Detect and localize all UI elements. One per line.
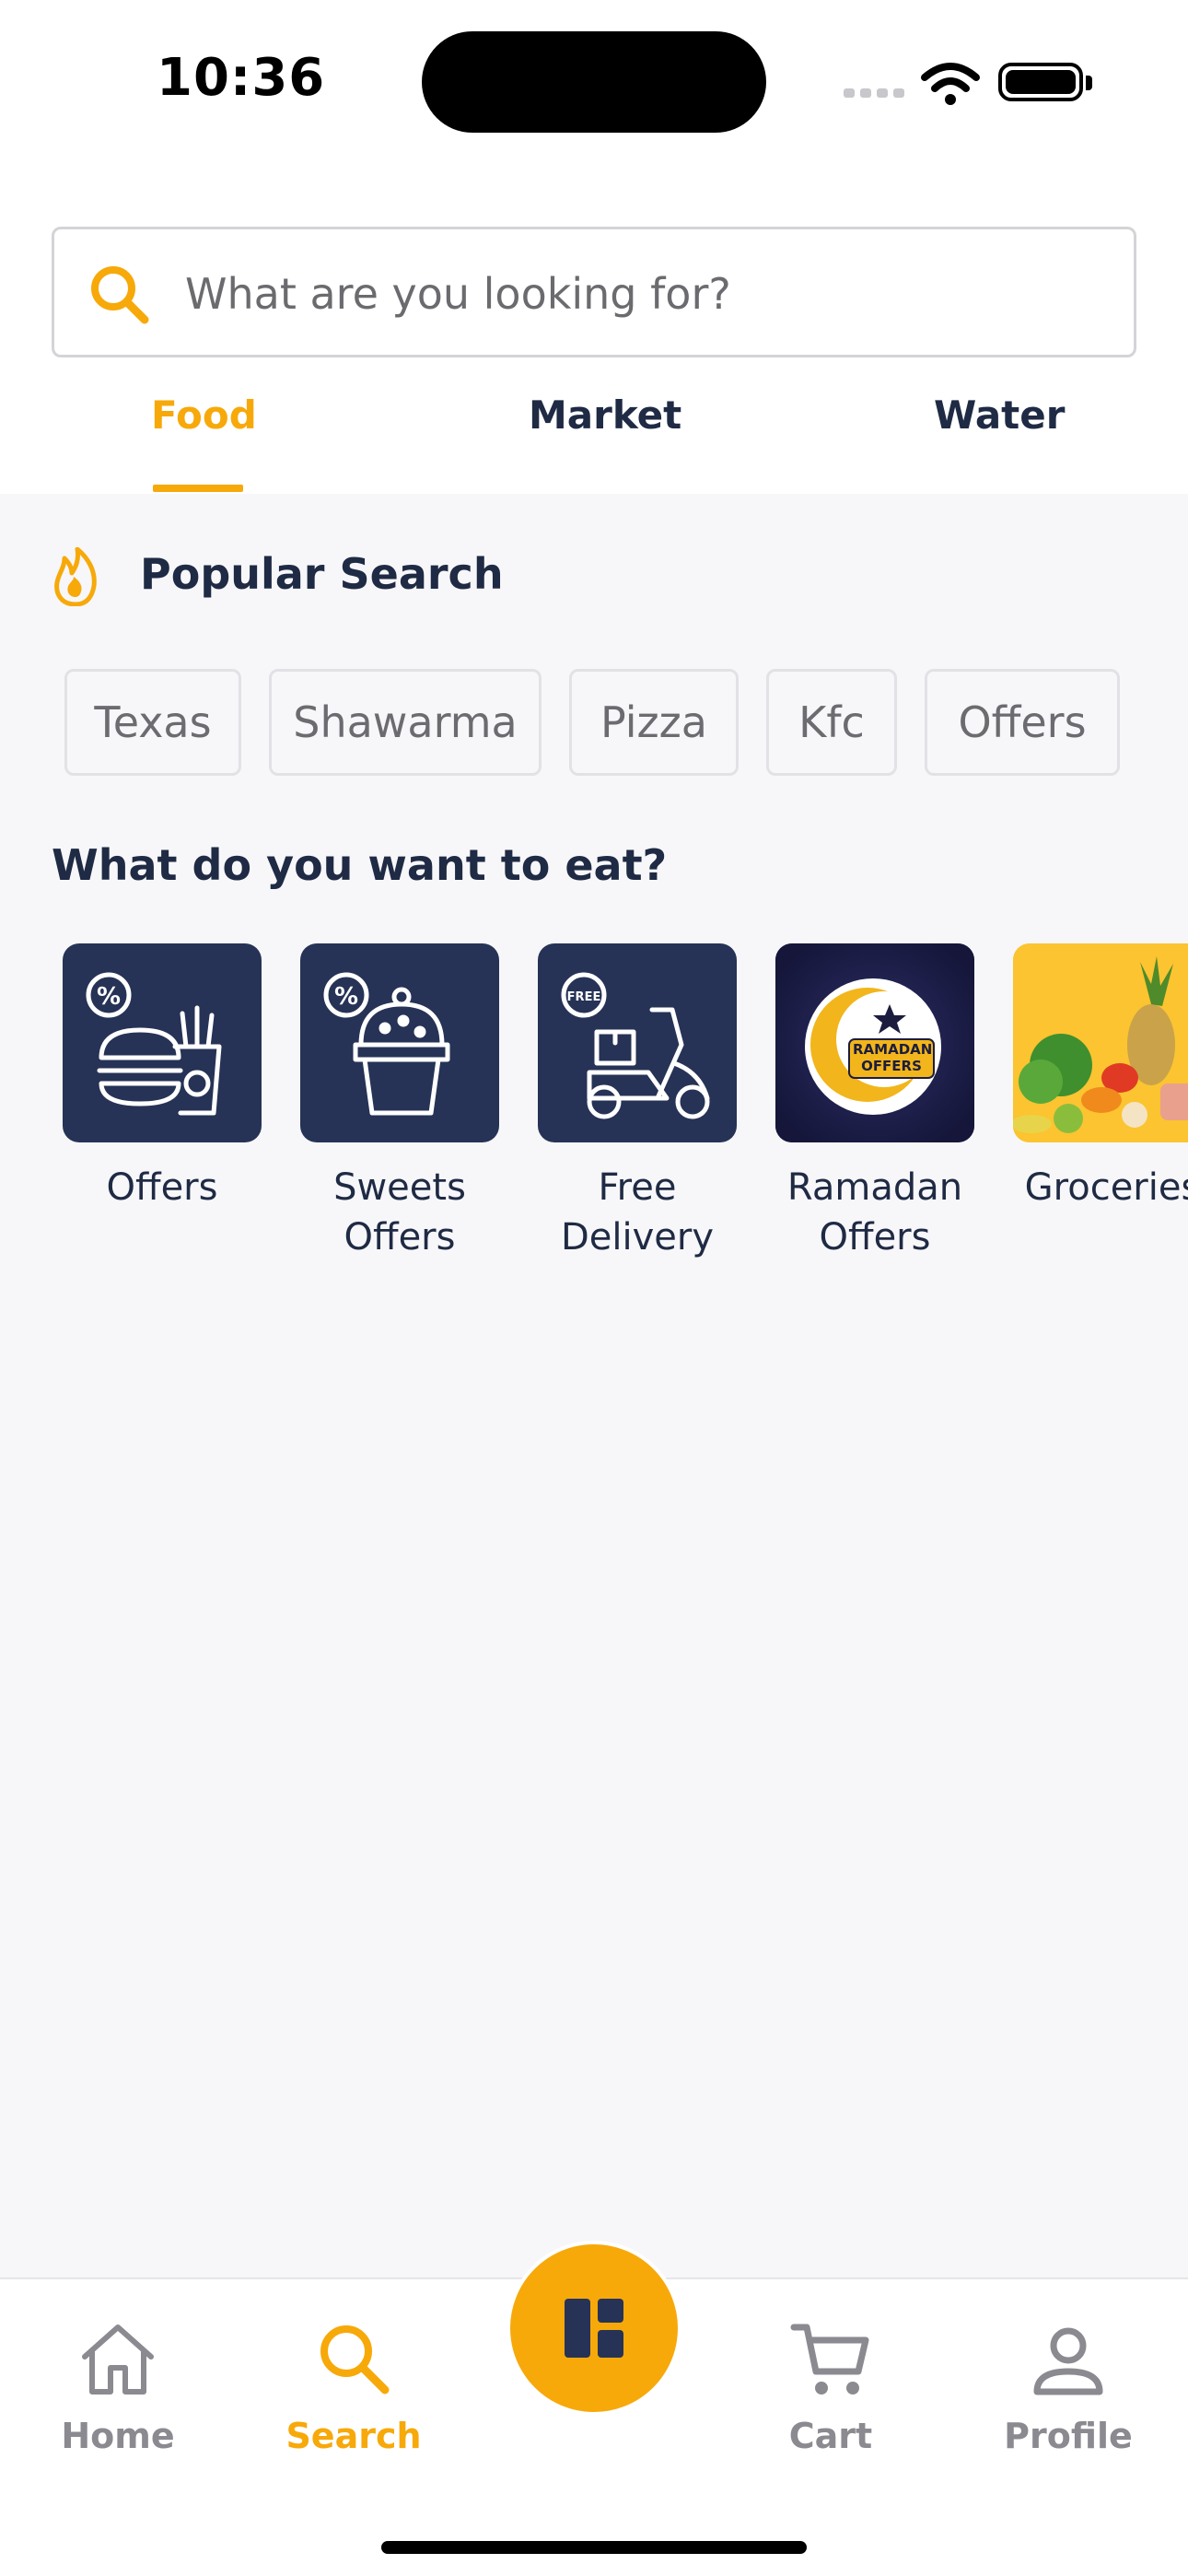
signal-dot-icon [844,88,855,98]
scooter-icon: FREE [561,972,710,1119]
center-action-button[interactable] [507,2241,681,2416]
category-label: Free Delivery [560,1166,715,1259]
home-indicator [381,2541,807,2554]
signal-dot-icon [860,88,871,98]
nav-label: Search [285,2416,422,2456]
signal-dot-icon [893,88,904,98]
tab-indicator [153,485,243,492]
svg-text:%: % [97,983,121,1011]
category-offers[interactable]: % Offers [63,943,262,1212]
svg-text:%: % [334,983,358,1011]
dashboard-icon [565,2299,623,2358]
signal-dot-icon [877,88,888,98]
category-label: Ramadan Offers [786,1166,963,1259]
cupcake-icon: % [323,972,450,1116]
chip-offers[interactable]: Offers [925,669,1120,776]
nav-label: Cart [788,2416,873,2456]
nav-home[interactable]: Home [35,2314,201,2456]
category-tile: FREE [538,943,737,1142]
home-icon [82,2324,154,2395]
category-tile: % [63,943,262,1142]
flame-icon [54,547,97,606]
tab-water[interactable]: Water [934,392,1065,438]
popular-search-title: Popular Search [140,549,504,599]
categories-title: What do you want to eat? [52,840,668,890]
burger-fries-icon: % [86,972,222,1116]
search-icon [320,2325,390,2395]
groceries-image [1013,943,1188,1142]
chip-kfc[interactable]: Kfc [766,669,897,776]
search-icon [91,266,149,324]
category-ramadan-offers[interactable]: RAMADAN OFFERS Ramadan Offers [775,943,974,1262]
category-tile: RAMADAN OFFERS [775,943,974,1142]
category-label: Sweets Offers [333,1166,466,1259]
nav-search[interactable]: Search [271,2314,437,2456]
category-sweets-offers[interactable]: % Sweets Offers [300,943,499,1262]
cart-icon [790,2324,869,2395]
dynamic-island [422,31,766,133]
category-groceries[interactable]: Groceries [1013,943,1188,1212]
category-tile: % [300,943,499,1142]
nav-profile[interactable]: Profile [985,2314,1151,2456]
tab-market[interactable]: Market [529,392,681,438]
status-time: 10:36 [157,48,326,108]
chip-pizza[interactable]: Pizza [569,669,739,776]
search-box[interactable] [52,227,1136,357]
chip-texas[interactable]: Texas [64,669,241,776]
category-label: Offers [106,1166,218,1209]
wifi-icon [921,63,980,105]
category-free-delivery[interactable]: FREE Free Delivery [538,943,737,1262]
search-input[interactable] [185,257,1106,331]
tab-food[interactable]: Food [151,392,257,438]
battery-icon [998,63,1092,101]
chip-shawarma[interactable]: Shawarma [269,669,542,776]
profile-icon [1033,2327,1103,2395]
category-label: Groceries [1024,1166,1188,1209]
ramadan-badge-text: RAMADAN OFFERS [853,1041,933,1074]
nav-label: Home [61,2416,175,2456]
nav-cart[interactable]: Cart [748,2314,914,2456]
category-tile [1013,943,1188,1142]
nav-label: Profile [1004,2416,1133,2456]
svg-text:FREE: FREE [567,990,601,1004]
